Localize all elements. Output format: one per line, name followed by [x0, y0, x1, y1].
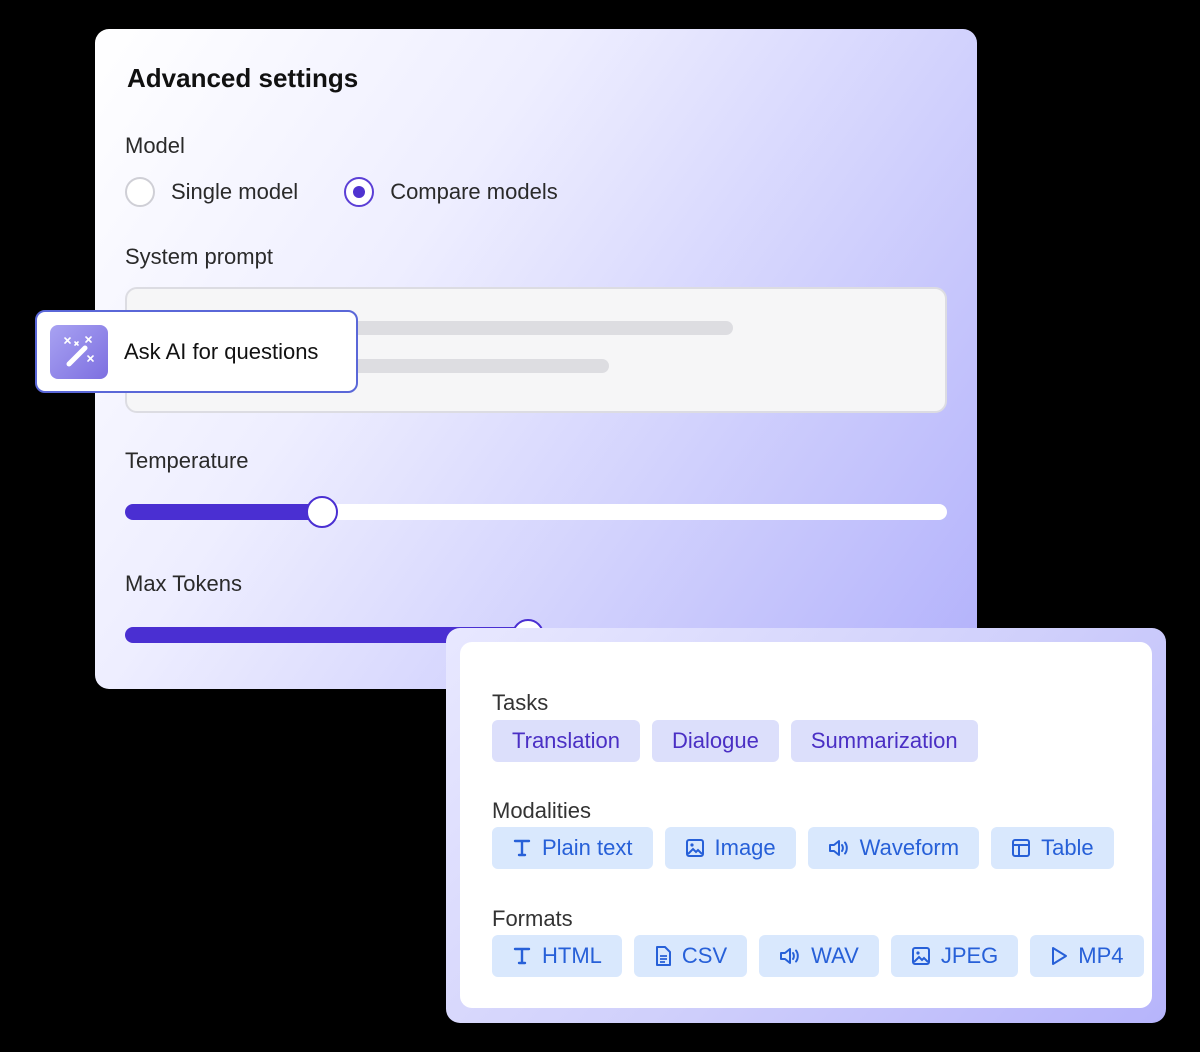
chip-label: Image — [714, 835, 776, 860]
chip-label: CSV — [681, 943, 728, 968]
text-icon — [512, 946, 532, 966]
chip-waveform[interactable]: Waveform — [807, 827, 980, 869]
max-tokens-label: Max Tokens — [125, 571, 242, 596]
modalities-chip-row: Plain text Image Waveform Table — [492, 827, 1126, 869]
chip-label: Plain text — [542, 835, 633, 860]
slider-thumb[interactable] — [306, 496, 339, 528]
radio-single-model[interactable]: Single model — [125, 177, 298, 207]
chip-label: HTML — [542, 943, 602, 968]
tasks-chip-row: Translation Dialogue Summarization — [492, 720, 990, 762]
temperature-label: Temperature — [125, 448, 249, 473]
radio-button[interactable] — [125, 177, 155, 207]
tasks-label: Tasks — [492, 690, 549, 715]
image-icon — [911, 946, 931, 966]
play-icon — [1050, 946, 1068, 966]
chip-dialogue[interactable]: Dialogue — [652, 720, 779, 762]
formats-label: Formats — [492, 906, 573, 931]
chip-label: WAV — [811, 943, 859, 968]
chip-wav[interactable]: WAV — [759, 935, 879, 977]
ask-ai-button[interactable]: Ask AI for questions — [35, 310, 358, 393]
chip-mp4[interactable]: MP4 — [1030, 935, 1144, 977]
chip-plain-text[interactable]: Plain text — [492, 827, 653, 869]
chip-label: JPEG — [940, 943, 999, 968]
model-label: Model — [125, 133, 185, 158]
audio-icon — [779, 946, 801, 966]
modalities-label: Modalities — [492, 798, 592, 823]
radio-dot — [353, 186, 366, 198]
formats-chip-row: HTML CSV WAV JPEG MP4 — [492, 935, 1156, 977]
chip-label: MP4 — [1078, 943, 1124, 968]
radio-button-selected[interactable] — [344, 177, 375, 207]
chip-summarization[interactable]: Summarization — [790, 720, 978, 762]
document-icon — [654, 946, 672, 966]
chip-html[interactable]: HTML — [492, 935, 622, 977]
slider-fill — [125, 504, 323, 520]
chip-label: Waveform — [859, 835, 960, 860]
radio-compare-models[interactable]: Compare models — [344, 177, 558, 207]
chip-table[interactable]: Table — [991, 827, 1114, 869]
ask-ai-label: Ask AI for questions — [124, 338, 319, 364]
text-icon — [512, 838, 532, 858]
audio-icon — [828, 838, 850, 858]
tasks-panel: Tasks Translation Dialogue Summarization… — [446, 628, 1166, 1023]
image-icon — [685, 838, 705, 858]
chip-jpeg[interactable]: JPEG — [890, 935, 1019, 977]
radio-label: Single model — [171, 179, 299, 204]
card-title: Advanced settings — [127, 63, 359, 93]
radio-label: Compare models — [390, 179, 558, 204]
system-prompt-label: System prompt — [125, 244, 273, 269]
model-radio-group: Single model Compare models — [125, 177, 558, 207]
chip-translation[interactable]: Translation — [492, 720, 641, 762]
temperature-slider[interactable] — [125, 496, 947, 528]
table-icon — [1011, 838, 1031, 858]
chip-label: Table — [1041, 835, 1094, 860]
magic-wand-icon — [50, 324, 108, 379]
chip-csv[interactable]: CSV — [633, 935, 748, 977]
chip-image[interactable]: Image — [664, 827, 796, 869]
tasks-panel-body: Tasks Translation Dialogue Summarization… — [460, 642, 1152, 1008]
